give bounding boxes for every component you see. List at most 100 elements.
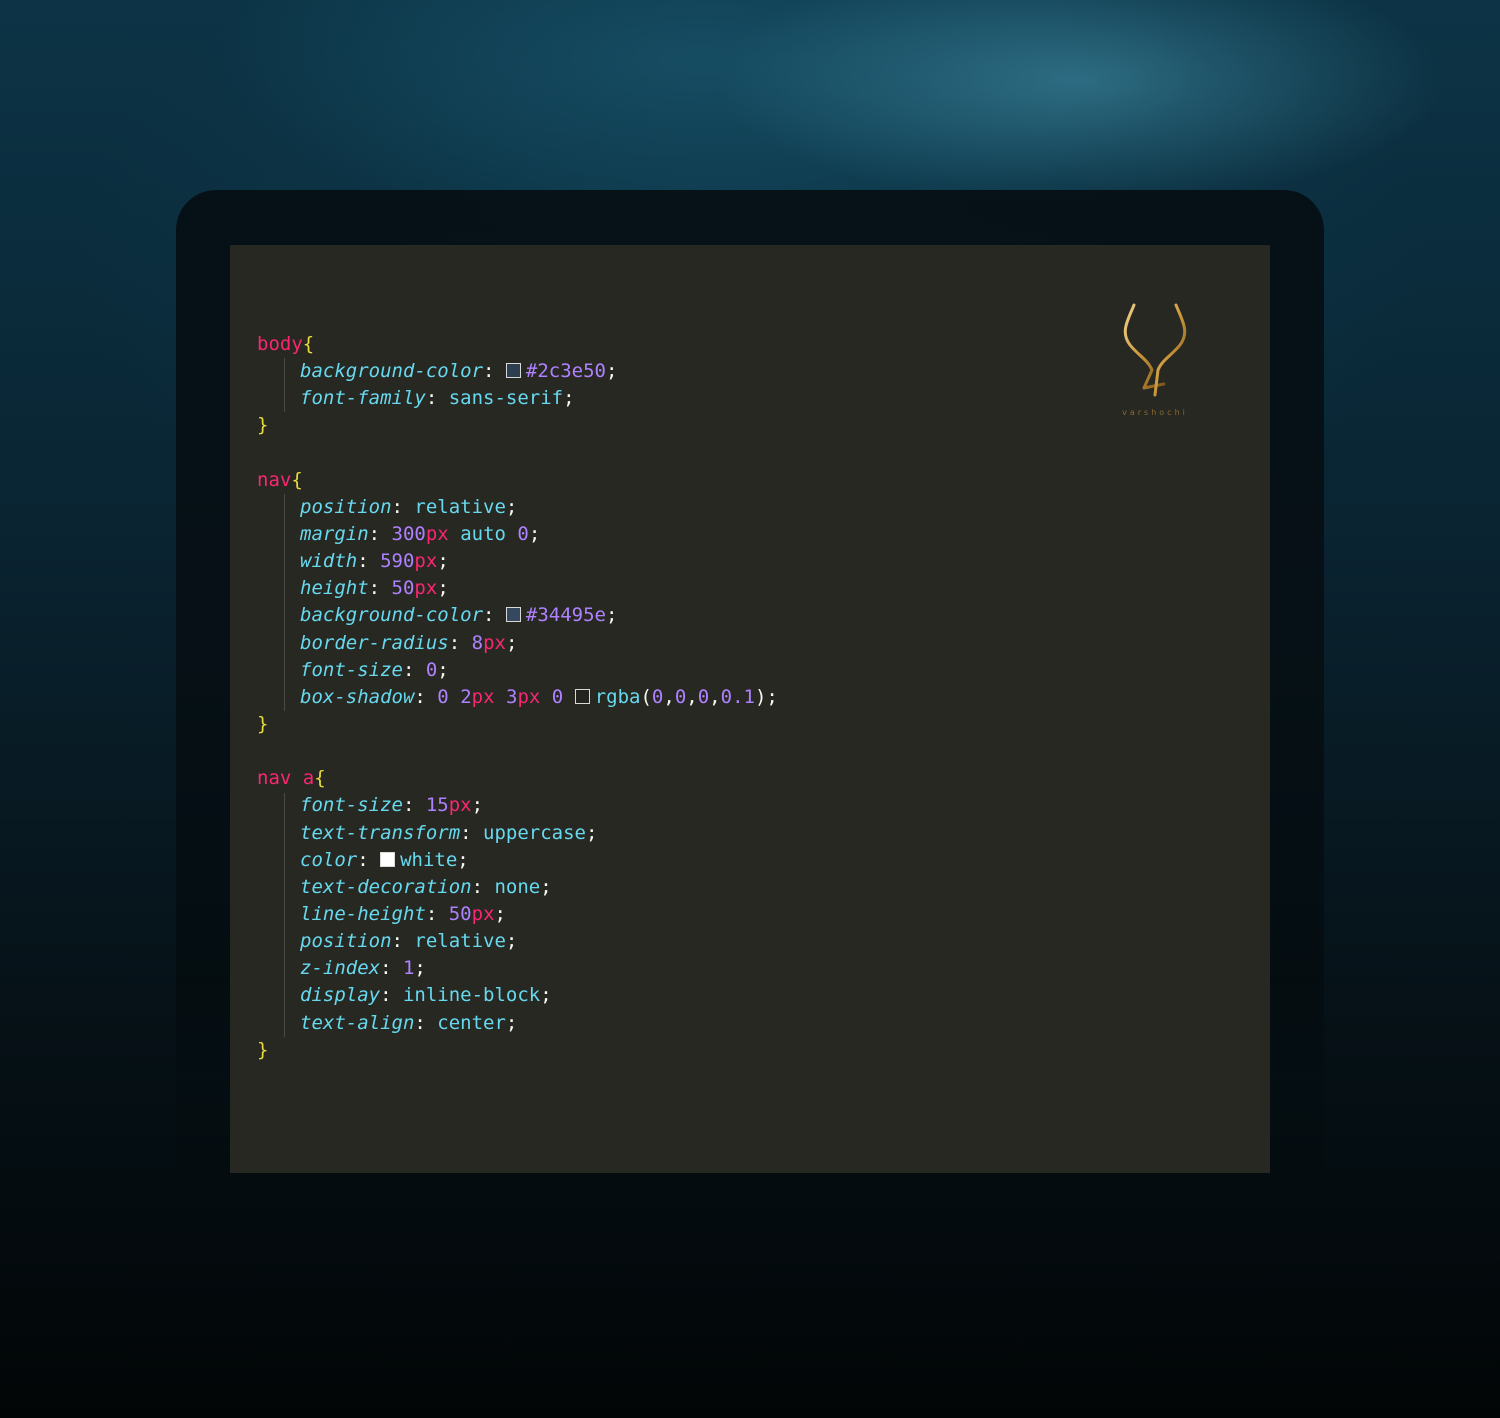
css-property: margin (300, 522, 369, 545)
declaration-line: height: 50px; (257, 575, 778, 602)
css-value-punc: ( (640, 685, 652, 708)
declaration-line: z-index: 1; (257, 955, 778, 982)
declaration-line: position: relative; (257, 494, 778, 521)
closing-line: } (257, 711, 778, 738)
colon: : (448, 631, 472, 654)
css-value-unit: px (483, 631, 506, 654)
css-property: background-color (300, 360, 484, 383)
css-value-num: 0 (697, 685, 710, 708)
css-value-hex: #2c3e50 (525, 360, 606, 383)
colon: : (357, 848, 381, 871)
css-selector: nav (257, 767, 292, 790)
colon: : (380, 984, 403, 1007)
css-value-num: 3 (505, 685, 518, 708)
color-swatch-icon (574, 688, 590, 704)
brand-logo: varshochi (1110, 300, 1200, 420)
css-value-punc: , (709, 685, 721, 708)
css-value-unit: px (517, 685, 541, 708)
semicolon: ; (606, 360, 618, 383)
close-brace: } (257, 712, 269, 735)
css-value-num: 0 (674, 685, 687, 708)
colon: : (357, 550, 381, 573)
css-value-num: 2 (460, 685, 472, 708)
semicolon: ; (414, 957, 426, 980)
css-property: text-decoration (300, 875, 472, 898)
colon: : (391, 495, 415, 518)
css-value-unit: px (471, 902, 495, 925)
declaration-line: line-height: 50px; (257, 901, 778, 928)
colon: : (368, 522, 392, 545)
css-value-num: 15 (425, 794, 449, 817)
css-value-num: 8 (471, 631, 484, 654)
css-value-punc: ) (754, 685, 767, 708)
colon: : (471, 875, 495, 898)
css-value-num: 0 (517, 522, 529, 545)
css-value-num: 0 (551, 685, 564, 708)
css-value-num: 0 (651, 685, 664, 708)
css-value-val: none (494, 875, 541, 898)
open-brace: { (314, 767, 326, 790)
css-selector: body (257, 333, 303, 355)
declaration-line: text-transform: uppercase; (257, 820, 778, 847)
css-value-val: uppercase (483, 821, 586, 844)
semicolon: ; (766, 685, 778, 708)
declaration-line: display: inline-block; (257, 982, 778, 1009)
css-property: text-align (300, 1011, 415, 1034)
css-property: font-size (300, 658, 403, 681)
css-value-unit: px (414, 577, 438, 600)
css-property: text-transform (300, 821, 461, 844)
selector-line: nav{ (257, 467, 778, 494)
declaration-line: border-radius: 8px; (257, 630, 778, 657)
css-property: display (300, 984, 381, 1007)
code-block: body{background-color: #2c3e50; font-fami… (257, 331, 778, 1064)
selector-line: nav a{ (257, 765, 778, 792)
declaration-line: width: 590px; (257, 548, 778, 575)
declaration-line: font-size: 0; (257, 657, 778, 684)
declaration-line: background-color: #2c3e50; (257, 358, 778, 385)
colon: : (368, 577, 392, 600)
semicolon: ; (505, 631, 518, 654)
css-property: position (300, 495, 392, 518)
css-selector: nav (257, 468, 292, 491)
colon: : (402, 794, 426, 817)
css-value-num: 1 (402, 957, 415, 980)
colon: : (425, 902, 449, 925)
css-value-val: inline-block (402, 984, 541, 1007)
css-property: line-height (300, 902, 426, 925)
css-property: font-family (300, 387, 426, 410)
color-swatch-icon (505, 363, 521, 379)
open-brace: { (291, 468, 303, 491)
css-value-num: 0.1 (720, 685, 755, 708)
colon: : (391, 930, 415, 953)
color-swatch-icon (380, 851, 396, 867)
semicolon: ; (437, 550, 449, 573)
css-selector: a (302, 767, 315, 790)
css-property: color (300, 848, 358, 871)
css-value-val: auto (460, 522, 506, 545)
css-property: box-shadow (300, 685, 415, 708)
css-value-val: relative (414, 495, 506, 518)
css-property: height (300, 577, 369, 600)
css-value-punc: , (686, 685, 698, 708)
semicolon: ; (494, 902, 506, 925)
semicolon: ; (606, 604, 618, 627)
close-brace: } (257, 414, 269, 437)
css-value-punc: , (663, 685, 675, 708)
css-value-num: 50 (391, 577, 415, 600)
css-value-num: 0 (425, 658, 438, 681)
declaration-line: font-family: sans-serif; (257, 385, 778, 412)
semicolon: ; (540, 875, 552, 898)
declaration-line: font-size: 15px; (257, 792, 778, 819)
declaration-line: position: relative; (257, 928, 778, 955)
semicolon: ; (505, 1011, 518, 1034)
antler-logo-icon (1123, 303, 1187, 397)
declaration-line: background-color: #34495e; (257, 602, 778, 629)
declaration-line: margin: 300px auto 0; (257, 521, 778, 548)
css-value-val: relative (414, 930, 506, 953)
css-value-val: sans-serif (448, 387, 564, 410)
semicolon: ; (586, 821, 598, 844)
css-value-num: 50 (448, 902, 472, 925)
indent-guide (284, 358, 285, 413)
colon: : (414, 685, 438, 708)
